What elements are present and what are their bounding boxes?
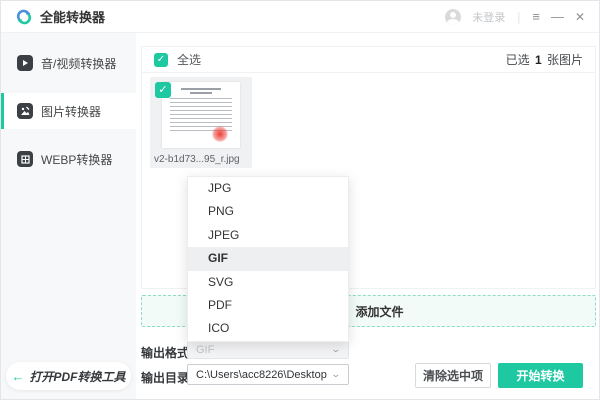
- dropdown-option-svg[interactable]: SVG: [188, 271, 348, 294]
- dropdown-option-jpeg[interactable]: JPEG: [188, 224, 348, 247]
- titlebar-divider: |: [517, 9, 521, 24]
- file-panel-header: ✓ 全选 已选 1 张图片: [142, 47, 595, 73]
- output-dir-select[interactable]: C:\Users\acc8226\Desktop ⌄: [187, 364, 349, 385]
- app-logo-icon: [16, 9, 32, 24]
- sidebar-item-label: WEBP转换器: [41, 152, 113, 167]
- selected-count-suffix: 张图片: [546, 53, 583, 67]
- menu-icon[interactable]: ≡: [532, 10, 540, 23]
- output-format-select[interactable]: GIF ⌄: [187, 340, 349, 359]
- dropdown-option-ico[interactable]: ICO: [188, 317, 348, 340]
- webp-converter-icon: [17, 151, 33, 167]
- image-converter-icon: [17, 103, 33, 119]
- output-format-value: GIF: [196, 343, 215, 356]
- sidebar-item-image-converter[interactable]: 图片转换器: [1, 93, 136, 129]
- left-arrow-icon: ←: [11, 368, 25, 384]
- open-pdf-tool-label: 打开PDF转换工具: [29, 369, 126, 384]
- sidebar-item-label: 音/视频转换器: [41, 56, 117, 71]
- file-thumbnail-image: [162, 82, 240, 148]
- sidebar-item-label: 图片转换器: [41, 104, 102, 119]
- close-icon[interactable]: ✕: [575, 11, 585, 23]
- add-file-label: 添加文件: [355, 304, 404, 319]
- output-dir-value: C:\Users\acc8226\Desktop: [196, 368, 327, 381]
- file-name: v2-b1d73...95_r.jpg: [154, 154, 240, 165]
- selected-count-prefix: 已选: [505, 53, 530, 67]
- chevron-down-icon: ⌄: [330, 344, 342, 354]
- select-all-label: 全选: [177, 53, 202, 67]
- select-all-checkbox[interactable]: ✓: [154, 52, 168, 67]
- user-avatar-icon[interactable]: [445, 8, 462, 25]
- format-dropdown: JPG PNG JPEG GIF SVG PDF ICO: [187, 176, 349, 342]
- file-checkbox[interactable]: ✓: [155, 82, 171, 98]
- chevron-down-icon: ⌄: [330, 369, 342, 379]
- titlebar: 全能转换器 未登录 | ≡ — ✕: [1, 1, 599, 33]
- sidebar: 音/视频转换器 图片转换器 WEBP转换器 ← 打开PDF转换工具: [1, 33, 136, 399]
- selected-count: 已选 1 张图片: [506, 51, 583, 68]
- red-seal-stamp: [212, 126, 228, 142]
- start-convert-button[interactable]: 开始转换: [498, 363, 583, 388]
- dropdown-option-jpg[interactable]: JPG: [188, 177, 348, 200]
- app-title: 全能转换器: [40, 10, 106, 25]
- dropdown-option-png[interactable]: PNG: [188, 200, 348, 223]
- login-status[interactable]: 未登录: [472, 9, 505, 25]
- video-converter-icon: [17, 55, 33, 71]
- dropdown-option-gif[interactable]: GIF: [188, 247, 348, 271]
- open-pdf-tool-button[interactable]: ← 打开PDF转换工具: [6, 362, 131, 390]
- minimize-icon[interactable]: —: [551, 10, 564, 23]
- output-dir-label: 输出目录:: [141, 371, 193, 385]
- clear-selected-button[interactable]: 清除选中项: [415, 363, 491, 388]
- selected-count-number: 1: [534, 53, 542, 67]
- output-format-label: 输出格式:: [141, 346, 193, 360]
- dropdown-option-pdf[interactable]: PDF: [188, 294, 348, 317]
- file-thumbnail-card[interactable]: ✓ v2-b1d73...95_r.jpg: [150, 77, 252, 168]
- sidebar-item-webp-converter[interactable]: WEBP转换器: [1, 142, 136, 176]
- sidebar-item-audio-video-converter[interactable]: 音/视频转换器: [1, 46, 136, 80]
